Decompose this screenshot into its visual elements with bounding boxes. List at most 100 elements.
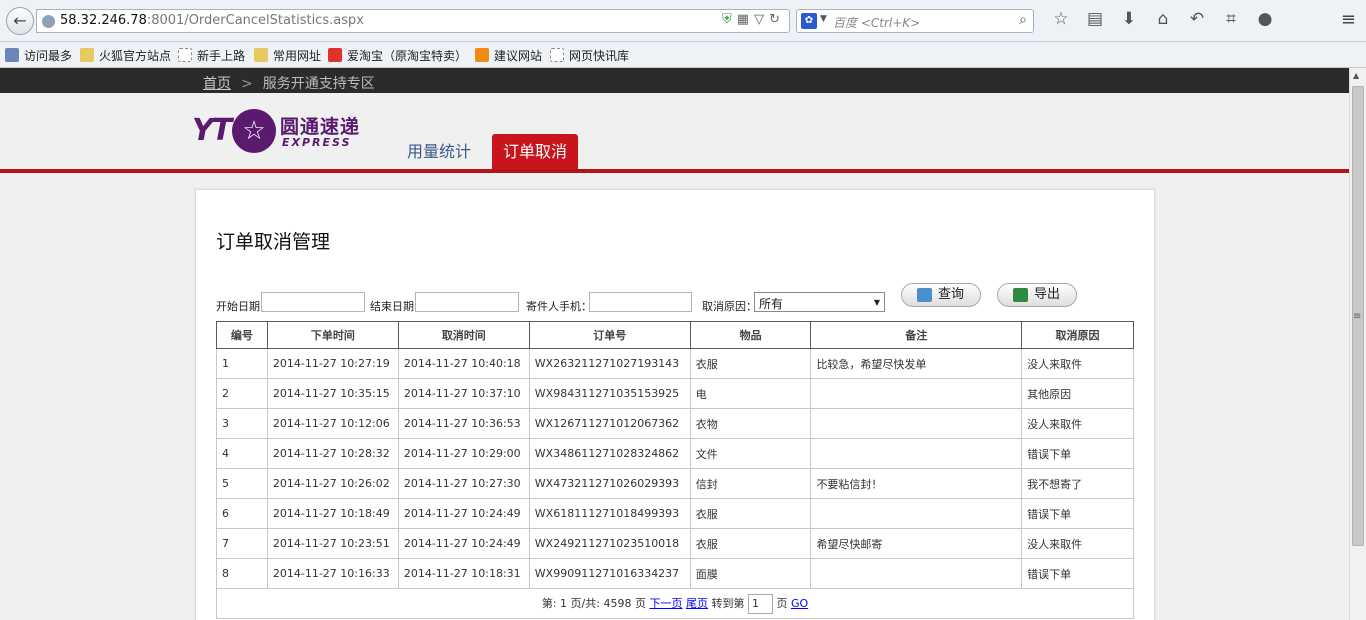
cell-item: 衣物 — [689, 408, 812, 439]
search-icon — [917, 288, 932, 302]
yto-logo[interactable]: YT ☆ 圆通速递 EXPRESS — [192, 109, 362, 155]
table-row: 1 2014-11-27 10:27:19 2014-11-27 10:40:18 W… — [216, 348, 1134, 379]
bookmark-item[interactable]: 访问最多 — [5, 47, 72, 64]
star-icon[interactable]: ☆ — [1044, 9, 1078, 29]
tab-order-cancel[interactable]: 订单取消 — [492, 134, 579, 169]
bookmark-item[interactable]: 爱淘宝（原淘宝特卖） — [328, 47, 467, 64]
cell-order-time: 2014-11-27 10:27:19 — [266, 348, 399, 379]
cell-reason: 没人来取件 — [1021, 348, 1134, 379]
cancel-reason-select[interactable]: 所有 ▼ — [754, 292, 885, 312]
cell-order-no: WX473211271026029393 — [528, 468, 691, 499]
undo-icon[interactable]: ↶ — [1180, 9, 1214, 29]
address-bar[interactable]: 58.32.246.78:8001/OrderCancelStatistics.… — [36, 9, 790, 33]
scroll-up-icon[interactable]: ▲ — [1353, 71, 1359, 80]
query-button[interactable]: 查询 — [901, 283, 981, 307]
col-header-item[interactable]: 物品 — [689, 321, 812, 349]
reload-icon[interactable]: ↻ — [769, 12, 785, 27]
dropdown-arrow-icon[interactable]: ▽ — [754, 12, 769, 27]
cell-order-no: WX249211271023510018 — [528, 528, 691, 559]
url-text[interactable]: 58.32.246.78:8001/OrderCancelStatistics.… — [60, 13, 364, 28]
bookmark-item[interactable]: 常用网址 — [254, 47, 321, 64]
cell-id: 8 — [216, 558, 268, 589]
breadcrumb-separator: > — [241, 76, 253, 92]
end-date-input[interactable] — [415, 292, 519, 312]
crop-icon[interactable]: ⌗ — [1214, 9, 1248, 29]
start-date-input[interactable] — [261, 292, 365, 312]
col-header-order-no[interactable]: 订单号 — [528, 321, 691, 349]
url-bar-icons: ⛨▦▽↻ — [722, 12, 785, 27]
page-content: 首页 > 服务开通支持专区 YT ☆ 圆通速递 EXPRESS 用量统计 订单取消 … — [0, 68, 1349, 620]
chat-icon[interactable]: ● — [1248, 9, 1282, 29]
start-date-label: 开始日期: — [216, 300, 264, 313]
cell-item: 电 — [689, 378, 812, 409]
col-header-remark[interactable]: 备注 — [810, 321, 1023, 349]
end-date-label: 结束日期: — [370, 300, 418, 313]
order-cancel-panel: 订单取消管理 开始日期: 结束日期: 寄件人手机： 取消原因： 所有 ▼ 查询 导… — [195, 189, 1155, 620]
cell-cancel-time: 2014-11-27 10:27:30 — [397, 468, 530, 499]
breadcrumb-current: 服务开通支持专区 — [262, 76, 375, 92]
export-button[interactable]: 导出 — [997, 283, 1077, 307]
download-icon[interactable]: ⬇ — [1112, 9, 1146, 29]
table-row: 3 2014-11-27 10:12:06 2014-11-27 10:36:53 W… — [216, 408, 1134, 439]
next-page-link[interactable]: 下一页 — [649, 597, 682, 610]
baidu-paw-icon[interactable]: ✿ — [801, 13, 817, 29]
shield-icon[interactable]: ⛨ — [722, 12, 737, 27]
cell-id: 2 — [216, 378, 268, 409]
cell-item: 衣服 — [689, 348, 812, 379]
cell-order-no: WX618111271018499393 — [528, 498, 691, 529]
globe-icon — [42, 15, 55, 28]
vertical-scrollbar[interactable]: ▲ ≡ — [1349, 68, 1366, 620]
reason-label: 取消原因： — [702, 300, 757, 313]
page-title: 订单取消管理 — [216, 231, 331, 253]
cell-cancel-time: 2014-11-27 10:24:49 — [397, 528, 530, 559]
col-header-cancel-time[interactable]: 取消时间 — [397, 321, 530, 349]
cell-id: 1 — [216, 348, 268, 379]
cell-order-no: WX348611271028324862 — [528, 438, 691, 469]
scroll-grip-icon: ≡ — [1353, 311, 1362, 322]
cell-remark — [810, 408, 1023, 439]
page-number-input[interactable]: 1 — [747, 593, 773, 614]
logo-en-text: EXPRESS — [282, 136, 352, 149]
cell-cancel-time: 2014-11-27 10:40:18 — [397, 348, 530, 379]
chevron-down-icon: ▼ — [873, 298, 880, 307]
col-header-reason[interactable]: 取消原因 — [1021, 321, 1134, 349]
bookmark-item[interactable]: 网页快讯库 — [550, 47, 629, 64]
bookmark-item[interactable]: 新手上路 — [178, 47, 245, 64]
home-icon[interactable]: ⌂ — [1146, 9, 1180, 29]
pager: 第: 1 页/共: 4598 页 下一页 尾页 转到第 1 页 GO — [216, 588, 1134, 619]
bookmark-item[interactable]: 建议网站 — [475, 47, 542, 64]
cell-order-time: 2014-11-27 10:26:02 — [266, 468, 399, 499]
engine-dropdown-icon[interactable]: ▼ — [820, 14, 827, 24]
back-arrow-icon[interactable]: ← — [6, 7, 34, 35]
cell-order-no: WX126711271012067362 — [528, 408, 691, 439]
col-header-order-time[interactable]: 下单时间 — [266, 321, 399, 349]
cancel-orders-table: 编号 下单时间 取消时间 订单号 物品 备注 取消原因 1 2014-11-27 … — [216, 321, 1134, 619]
bookmark-item[interactable]: 火狐官方站点 — [80, 47, 171, 64]
top-strip: 首页 > 服务开通支持专区 — [0, 68, 1349, 93]
go-button[interactable]: GO — [791, 597, 808, 610]
table-row: 5 2014-11-27 10:26:02 2014-11-27 10:27:30 W… — [216, 468, 1134, 499]
sender-phone-input[interactable] — [589, 292, 692, 312]
browser-toolbar: ← 58.32.246.78:8001/OrderCancelStatistic… — [0, 0, 1366, 42]
col-header-id[interactable]: 编号 — [216, 321, 268, 349]
last-page-link[interactable]: 尾页 — [686, 597, 708, 610]
cell-order-time: 2014-11-27 10:28:32 — [266, 438, 399, 469]
cell-item: 信封 — [689, 468, 812, 499]
qr-code-icon[interactable]: ▦ — [737, 12, 754, 27]
bulb-icon — [475, 48, 489, 62]
cell-order-no: WX984311271035153925 — [528, 378, 691, 409]
reading-list-icon[interactable]: ▤ — [1078, 9, 1112, 29]
cell-item: 衣服 — [689, 498, 812, 529]
magnifier-icon[interactable]: ⌕ — [1019, 12, 1027, 28]
site-header: YT ☆ 圆通速递 EXPRESS 用量统计 订单取消 — [0, 93, 1349, 173]
filter-bar: 开始日期: 结束日期: 寄件人手机： 取消原因： 所有 ▼ 查询 导出 — [216, 283, 1146, 317]
search-bar[interactable]: ✿ ▼ 百度 <Ctrl+K> ⌕ — [796, 9, 1034, 33]
breadcrumb-home-link[interactable]: 首页 — [203, 76, 231, 92]
cell-cancel-time: 2014-11-27 10:29:00 — [397, 438, 530, 469]
search-placeholder[interactable]: 百度 <Ctrl+K> — [833, 14, 920, 31]
table-row: 7 2014-11-27 10:23:51 2014-11-27 10:24:49 W… — [216, 528, 1134, 559]
cell-order-time: 2014-11-27 10:12:06 — [266, 408, 399, 439]
tab-usage-statistics[interactable]: 用量统计 — [396, 134, 482, 169]
hamburger-menu-icon[interactable]: ≡ — [1341, 9, 1356, 30]
goto-label: 转到第 — [711, 596, 745, 610]
